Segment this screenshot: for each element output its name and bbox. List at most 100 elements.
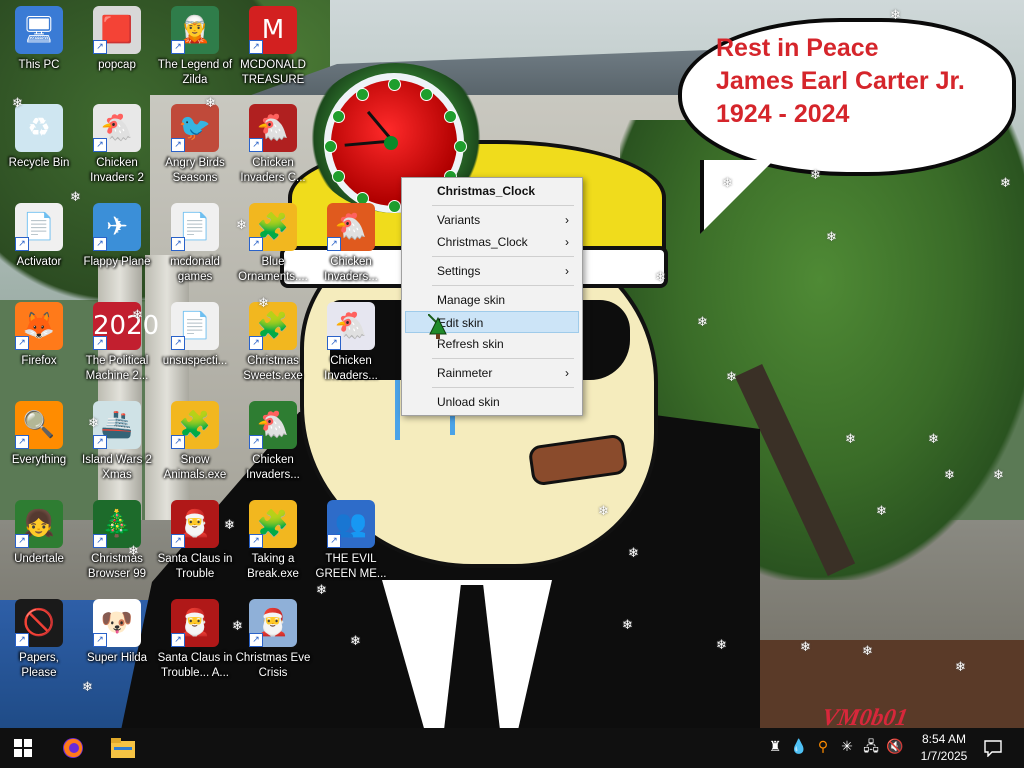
desktop-icon-label: The Legend of Zilda [157, 59, 233, 86]
desktop-icon[interactable]: M ↗ MCDONALD TREASURE [235, 6, 311, 88]
menu-item-christmas-clock[interactable]: Christmas_Clock › [405, 231, 579, 253]
desktop-icon[interactable]: 🚢 ↗ Island Wars 2 Xmas [79, 401, 155, 483]
shortcut-arrow-icon: ↗ [93, 138, 107, 152]
desktop-icon[interactable]: 🎄 ↗ Christmas Browser 99 [79, 500, 155, 582]
app-icon: 🐔 ↗ [327, 302, 375, 350]
rainmeter-context-menu: Christmas_Clock Variants › Christmas_Clo… [401, 177, 583, 416]
app-icon: 🦊 ↗ [15, 302, 63, 350]
desktop-icon-label: Angry Birds Seasons [165, 157, 225, 184]
app-icon: 🎄 ↗ [93, 500, 141, 548]
app-icon[interactable]: ♜ [766, 738, 784, 756]
app-icon: ✈ ↗ [93, 203, 141, 251]
firefox-icon[interactable] [50, 728, 96, 768]
desktop-icon-label: Chicken Invaders... [324, 256, 378, 283]
shortcut-arrow-icon: ↗ [249, 435, 263, 449]
desktop-icon[interactable]: 🧩 ↗ Christmas Sweets.exe [235, 302, 311, 384]
desktop-icon[interactable]: 👥 ↗ THE EVIL GREEN ME... [313, 500, 389, 582]
desktop-icon[interactable]: 🎅 ↗ Santa Claus in Trouble... A... [157, 599, 233, 681]
desktop-icon[interactable]: 2020 ↗ The Political Machine 2... [79, 302, 159, 384]
desktop-icon-label: Flappy Plane [83, 256, 151, 268]
desktop-icon[interactable]: 🐔 ↗ Chicken Invaders... [313, 302, 389, 384]
menu-item-unload-skin[interactable]: Unload skin [405, 391, 579, 413]
shortcut-arrow-icon: ↗ [15, 336, 29, 350]
desktop-icon-label: Chicken Invaders... [324, 355, 378, 382]
shortcut-arrow-icon: ↗ [249, 534, 263, 548]
desktop-icon[interactable]: ♻ Recycle Bin [1, 104, 77, 171]
desktop-icon[interactable]: 🖥 This PC [1, 6, 77, 73]
desktop-icon[interactable]: ✈ ↗ Flappy Plane [79, 203, 155, 270]
shortcut-arrow-icon: ↗ [249, 40, 263, 54]
desktop-icon[interactable]: 🚫 ↗ Papers, Please [1, 599, 77, 681]
snowflake-icon[interactable]: ✳ [838, 738, 856, 756]
shortcut-arrow-icon: ↗ [15, 435, 29, 449]
icon-glyph: ♻ [15, 104, 63, 152]
shortcut-arrow-icon: ↗ [15, 534, 29, 548]
desktop-icon-label: This PC [18, 59, 60, 71]
desktop-icon-label: unsuspecti... [162, 355, 228, 367]
app-icon: 🧝 ↗ [171, 6, 219, 54]
shortcut-arrow-icon: ↗ [93, 435, 107, 449]
desktop-icon[interactable]: 🐶 ↗ Super Hilda [79, 599, 155, 666]
desktop-icon-label: Super Hilda [86, 652, 148, 664]
notification-icon[interactable] [970, 728, 1016, 768]
shortcut-arrow-icon: ↗ [327, 534, 341, 548]
desktop-icon-label: Taking a Break.exe [247, 553, 299, 580]
app-icon: 👧 ↗ [15, 500, 63, 548]
desktop-icon[interactable]: 🐔 ↗ Chicken Invaders... [313, 203, 389, 285]
app-icon: 📄 ↗ [171, 302, 219, 350]
app-icon: 🖥 [15, 6, 63, 54]
shortcut-arrow-icon: ↗ [249, 138, 263, 152]
desktop-icon[interactable]: 🐔 ↗ Chicken Invaders... [235, 401, 311, 483]
app-icon: ♻ [15, 104, 63, 152]
desktop-icon[interactable]: 🎅 ↗ Santa Claus in Trouble [157, 500, 233, 582]
app-icon: 🐦 ↗ [171, 104, 219, 152]
icon-glyph: 🖥 [15, 6, 63, 54]
shortcut-arrow-icon: ↗ [327, 237, 341, 251]
desktop-icon[interactable]: 📄 ↗ Activator [1, 203, 77, 270]
menu-item-rainmeter[interactable]: Rainmeter › [405, 362, 579, 384]
windows-start-icon[interactable] [0, 728, 46, 768]
menu-item-manage-skin[interactable]: Manage skin [405, 289, 579, 311]
desktop-icon-label: Papers, Please [19, 652, 59, 679]
app-icon: 🟥 ↗ [93, 6, 141, 54]
desktop-icon[interactable]: 🐔 ↗ Chicken Invaders C... [235, 104, 311, 186]
desktop-icon[interactable]: 🦊 ↗ Firefox [1, 302, 77, 369]
desktop-icon[interactable]: 🐔 ↗ Chicken Invaders 2 [79, 104, 155, 186]
desktop-icon-label: The Political Machine 2... [85, 355, 149, 382]
desktop-icon[interactable]: 🧝 ↗ The Legend of Zilda [157, 6, 233, 88]
app-icon: 🚢 ↗ [93, 401, 141, 449]
menu-item-label: Unload skin [437, 395, 500, 409]
desktop-icon[interactable]: 🟥 ↗ popcap [79, 6, 155, 73]
desktop-icon-label: Everything [11, 454, 67, 466]
desktop-icon-label: Santa Claus in Trouble [157, 553, 233, 580]
desktop-icon[interactable]: 📄 ↗ mcdonald games [157, 203, 233, 285]
shortcut-arrow-icon: ↗ [249, 633, 263, 647]
desktop-icon-label: mcdonald games [170, 256, 220, 283]
app-icon: 📄 ↗ [15, 203, 63, 251]
app-icon: 🧩 ↗ [249, 302, 297, 350]
desktop-icon[interactable]: 🧩 ↗ Snow Animals.exe [157, 401, 233, 483]
desktop-icon-label: Christmas Browser 99 [87, 553, 147, 580]
water-drop-icon[interactable]: 💧 [790, 738, 808, 756]
menu-item-settings[interactable]: Settings › [405, 260, 579, 282]
volume-muted-icon[interactable]: 🔇 [886, 738, 904, 756]
desktop-icon-label: Island Wars 2 Xmas [82, 454, 152, 481]
menu-item-variants[interactable]: Variants › [405, 209, 579, 231]
desktop-icon[interactable]: 📄 ↗ unsuspecti... [157, 302, 233, 369]
desktop-icon[interactable]: 🐦 ↗ Angry Birds Seasons [157, 104, 233, 186]
desktop-icon-label: Blue Ornaments.... [238, 256, 308, 283]
chevron-right-icon: › [565, 264, 569, 278]
desktop-icon-label: Chicken Invaders... [246, 454, 300, 481]
everything-icon[interactable]: ⚲ [814, 738, 832, 756]
desktop-icon[interactable]: 👧 ↗ Undertale [1, 500, 77, 567]
shortcut-arrow-icon: ↗ [249, 237, 263, 251]
desktop-icon[interactable]: 🔍 ↗ Everything [1, 401, 77, 468]
desktop-icon[interactable]: 🧩 ↗ Taking a Break.exe [235, 500, 311, 582]
taskbar-clock[interactable]: 8:54 AM 1/7/2025 [912, 731, 976, 765]
file-explorer-icon[interactable] [100, 728, 146, 768]
shortcut-arrow-icon: ↗ [171, 237, 185, 251]
network-icon[interactable]: 🖧 [862, 738, 880, 756]
desktop-icon[interactable]: 🎅 ↗ Christmas Eve Crisis [235, 599, 311, 681]
shortcut-arrow-icon: ↗ [15, 633, 29, 647]
desktop-icon[interactable]: 🧩 ↗ Blue Ornaments.... [235, 203, 311, 285]
